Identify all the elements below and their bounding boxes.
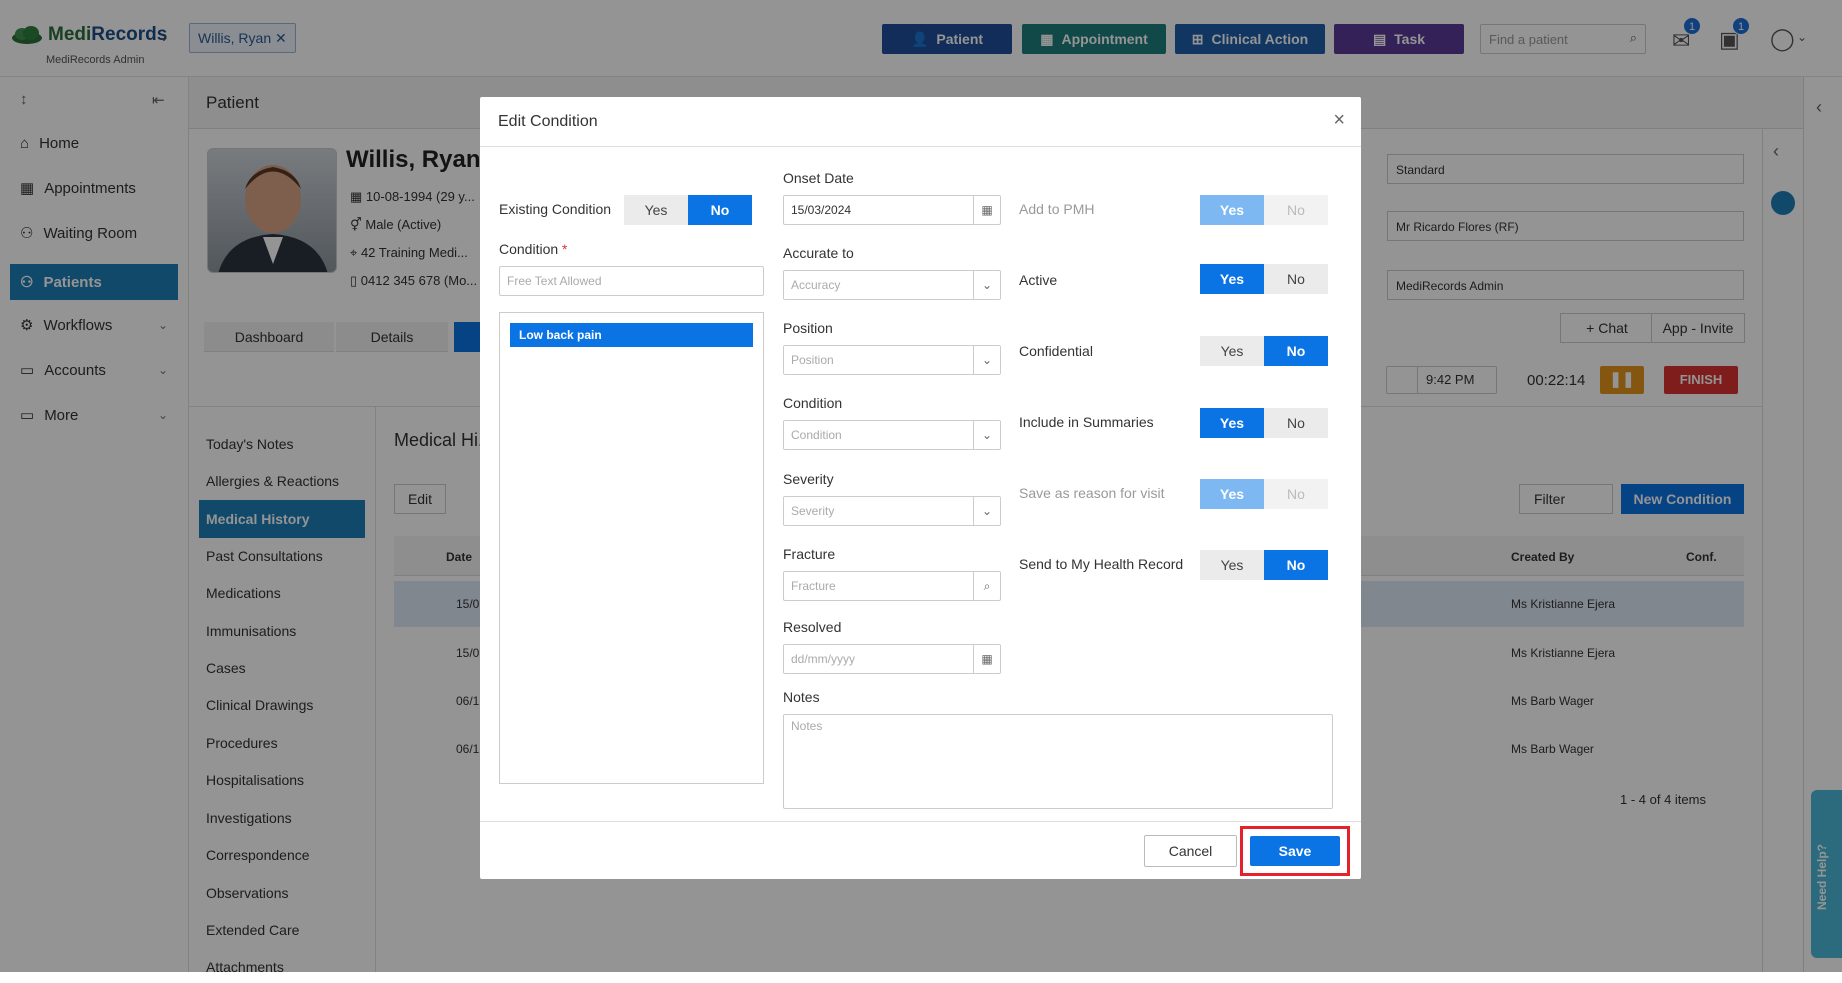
- calendar-icon[interactable]: ▦: [973, 645, 1000, 673]
- condition-label: Condition *: [499, 241, 568, 257]
- include-summaries-label: Include in Summaries: [1019, 414, 1154, 430]
- notes-textarea[interactable]: Notes: [783, 714, 1333, 809]
- no-option[interactable]: No: [1264, 550, 1328, 580]
- condition-input[interactable]: Free Text Allowed: [499, 266, 764, 296]
- fracture-label: Fracture: [783, 546, 836, 562]
- existing-condition-toggle[interactable]: Yes No: [624, 195, 752, 225]
- save-reason-toggle: Yes No: [1200, 479, 1328, 509]
- active-toggle[interactable]: Yes No: [1200, 264, 1328, 294]
- yes-option: Yes: [1200, 195, 1264, 225]
- yes-option[interactable]: Yes: [1200, 408, 1264, 438]
- yes-option[interactable]: Yes: [1200, 550, 1264, 580]
- condition2-label: Condition: [783, 395, 843, 411]
- severity-label: Severity: [783, 471, 834, 487]
- yes-option[interactable]: Yes: [1200, 264, 1264, 294]
- accuracy-select[interactable]: Accuracy ⌄: [783, 270, 1001, 300]
- send-mhr-label: Send to My Health Record: [1019, 556, 1184, 572]
- no-option: No: [1264, 479, 1328, 509]
- include-summaries-toggle[interactable]: Yes No: [1200, 408, 1328, 438]
- dialog-header: Edit Condition ×: [480, 97, 1361, 147]
- condition-list: Low back pain: [499, 312, 764, 784]
- yes-option[interactable]: Yes: [1200, 336, 1264, 366]
- chevron-down-icon[interactable]: ⌄: [973, 421, 1000, 449]
- yes-option[interactable]: Yes: [624, 195, 688, 225]
- no-option: No: [1264, 195, 1328, 225]
- position-select[interactable]: Position ⌄: [783, 345, 1001, 375]
- cancel-button[interactable]: Cancel: [1144, 835, 1237, 867]
- existing-condition-label: Existing Condition: [499, 201, 612, 217]
- save-reason-label: Save as reason for visit: [1019, 485, 1165, 501]
- send-mhr-toggle[interactable]: Yes No: [1200, 550, 1328, 580]
- severity-select[interactable]: Severity ⌄: [783, 496, 1001, 526]
- resolved-date-input[interactable]: dd/mm/yyyy ▦: [783, 644, 1001, 674]
- close-icon[interactable]: ×: [1333, 109, 1345, 132]
- chevron-down-icon[interactable]: ⌄: [973, 346, 1000, 374]
- confidential-label: Confidential: [1019, 343, 1093, 359]
- active-label: Active: [1019, 272, 1058, 288]
- notes-label: Notes: [783, 689, 820, 705]
- condition-select[interactable]: Condition ⌄: [783, 420, 1001, 450]
- dialog-title: Edit Condition: [498, 113, 598, 130]
- search-icon[interactable]: ⌕: [973, 572, 1000, 600]
- calendar-icon[interactable]: ▦: [973, 196, 1000, 224]
- dialog-footer-divider: [480, 821, 1361, 822]
- edit-condition-dialog: Edit Condition × Existing Condition Yes …: [480, 97, 1361, 879]
- onset-date-input[interactable]: 15/03/2024 ▦: [783, 195, 1001, 225]
- yes-option: Yes: [1200, 479, 1264, 509]
- chevron-down-icon[interactable]: ⌄: [973, 497, 1000, 525]
- confidential-toggle[interactable]: Yes No: [1200, 336, 1328, 366]
- list-item[interactable]: Low back pain: [510, 323, 753, 347]
- accurate-to-label: Accurate to: [783, 245, 854, 261]
- add-to-pmh-toggle: Yes No: [1200, 195, 1328, 225]
- fracture-input[interactable]: Fracture ⌕: [783, 571, 1001, 601]
- position-label: Position: [783, 320, 833, 336]
- no-option[interactable]: No: [1264, 336, 1328, 366]
- no-option[interactable]: No: [1264, 408, 1328, 438]
- no-option[interactable]: No: [1264, 264, 1328, 294]
- no-option[interactable]: No: [688, 195, 752, 225]
- chevron-down-icon[interactable]: ⌄: [973, 271, 1000, 299]
- add-to-pmh-label: Add to PMH: [1019, 201, 1095, 217]
- onset-date-label: Onset Date: [783, 170, 854, 186]
- save-button[interactable]: Save: [1250, 836, 1340, 866]
- resolved-label: Resolved: [783, 619, 842, 635]
